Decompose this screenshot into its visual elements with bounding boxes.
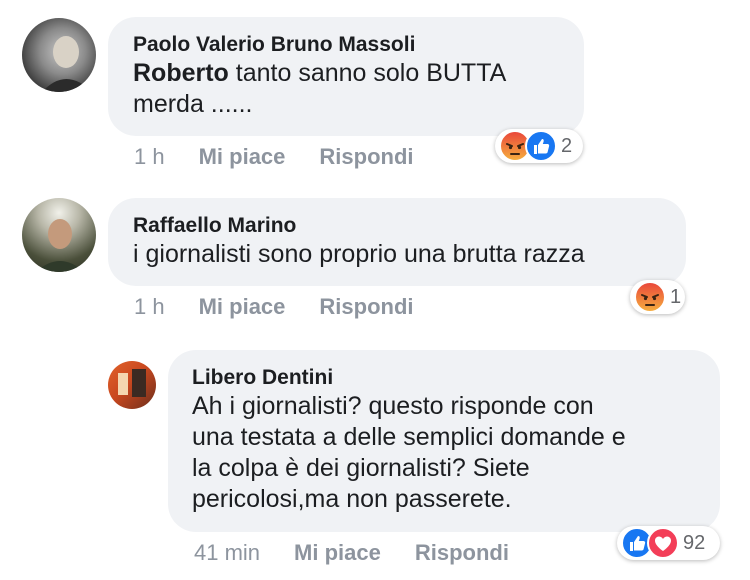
- like-button[interactable]: Mi piace: [199, 294, 286, 320]
- reaction-count: 2: [561, 134, 573, 157]
- comment-author[interactable]: Raffaello Marino: [133, 213, 661, 239]
- angry-icon: [634, 281, 666, 313]
- avatar-photo: [118, 369, 146, 397]
- reaction-count: 92: [683, 531, 706, 554]
- like-button[interactable]: Mi piace: [294, 540, 381, 566]
- comment-bubble: Paolo Valerio Bruno Massoli Roberto tant…: [108, 17, 584, 136]
- comment-actions: 1 h Mi piace Rispondi: [134, 144, 448, 170]
- timestamp[interactable]: 1 h: [134, 294, 165, 320]
- avatar-photo: [36, 219, 84, 272]
- reply-button[interactable]: Rispondi: [319, 294, 413, 320]
- timestamp[interactable]: 1 h: [134, 144, 165, 170]
- like-button[interactable]: Mi piace: [199, 144, 286, 170]
- avatar[interactable]: [22, 198, 96, 272]
- avatar[interactable]: [108, 361, 156, 409]
- comment-actions: 1 h Mi piace Rispondi: [134, 294, 448, 320]
- comment-text-line: Ah i giornalisti? questo risponde con: [192, 392, 594, 420]
- comment-author[interactable]: Libero Dentini: [192, 365, 695, 391]
- comment-text: Ah i giornalisti? questo risponde con un…: [192, 391, 695, 515]
- avatar-photo: [42, 36, 92, 92]
- timestamp[interactable]: 41 min: [194, 540, 260, 566]
- comment-text-line: pericolosi,ma non passerete.: [192, 485, 512, 513]
- avatar[interactable]: [22, 18, 96, 92]
- reply-button[interactable]: Rispondi: [319, 144, 413, 170]
- comment-text-line: una testata a delle semplici domande e: [192, 423, 626, 451]
- reactions-summary[interactable]: 1: [630, 280, 685, 314]
- love-icon: [647, 527, 679, 559]
- like-icon: [525, 130, 557, 162]
- comment-bubble: Libero Dentini Ah i giornalisti? questo …: [168, 350, 720, 532]
- comment-actions: 41 min Mi piace Rispondi: [194, 540, 543, 566]
- comment-text: Roberto tanto sanno solo BUTTA merda ...…: [133, 58, 559, 120]
- reply-button[interactable]: Rispondi: [415, 540, 509, 566]
- comment-text-line: merda ......: [133, 90, 253, 118]
- reactions-summary[interactable]: 2: [495, 129, 583, 163]
- reactions-summary[interactable]: 92: [617, 526, 720, 560]
- mention-link[interactable]: Roberto: [133, 59, 229, 87]
- comment-bubble: Raffaello Marino i giornalisti sono prop…: [108, 198, 686, 286]
- comment-text: i giornalisti sono proprio una brutta ra…: [133, 240, 585, 268]
- comment-text-line: la colpa è dei giornalisti? Siete: [192, 454, 530, 482]
- reaction-count: 1: [670, 285, 682, 308]
- comment-author[interactable]: Paolo Valerio Bruno Massoli: [133, 32, 559, 58]
- comment-text-line: tanto sanno solo BUTTA: [228, 59, 507, 87]
